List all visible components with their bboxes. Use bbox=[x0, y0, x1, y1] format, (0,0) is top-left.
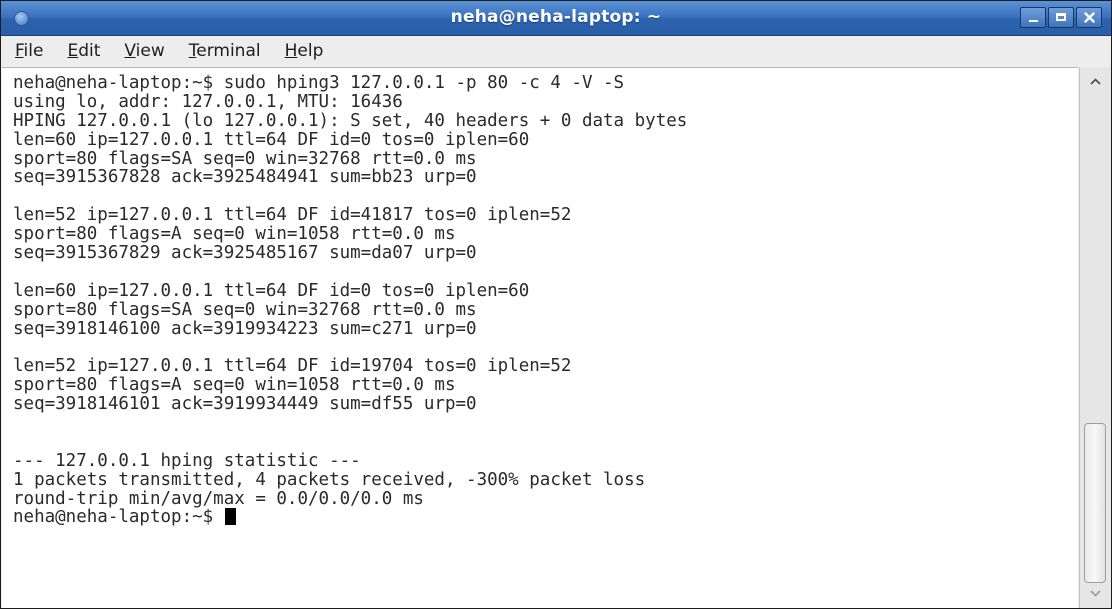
minimize-icon[interactable] bbox=[1020, 7, 1046, 28]
terminal-line: len=52 ip=127.0.0.1 ttl=64 DF id=41817 t… bbox=[13, 205, 572, 226]
menu-bar: File Edit View Terminal Help bbox=[1, 36, 1111, 66]
menu-view[interactable]: View bbox=[112, 36, 176, 66]
vertical-scrollbar[interactable] bbox=[1079, 67, 1111, 608]
prompt-line[interactable]: neha@neha-laptop:~$ bbox=[13, 508, 687, 527]
terminal-line: round-trip min/avg/max = 0.0/0.0/0.0 ms bbox=[13, 488, 424, 509]
terminal-line: sport=80 flags=SA seq=0 win=32768 rtt=0.… bbox=[13, 148, 477, 169]
title-bar[interactable]: neha@neha-laptop: ~ bbox=[1, 1, 1111, 36]
menu-edit[interactable]: Edit bbox=[55, 36, 112, 66]
terminal-line: seq=3915367828 ack=3925484941 sum=bb23 u… bbox=[13, 167, 477, 188]
text-cursor bbox=[224, 508, 236, 526]
shell-prompt: neha@neha-laptop:~$ bbox=[13, 507, 224, 528]
scrollbar-thumb[interactable] bbox=[1084, 423, 1106, 583]
terminal-line: seq=3918146100 ack=3919934223 sum=c271 u… bbox=[13, 318, 477, 339]
terminal-window: neha@neha-laptop: ~ File Edit View Termi… bbox=[0, 0, 1112, 609]
terminal-line: sport=80 flags=A seq=0 win=1058 rtt=0.0 … bbox=[13, 375, 456, 396]
terminal-lines: neha@neha-laptop:~$ sudo hping3 127.0.0.… bbox=[13, 74, 687, 527]
menu-file[interactable]: File bbox=[1, 36, 55, 66]
terminal-line: len=60 ip=127.0.0.1 ttl=64 DF id=0 tos=0… bbox=[13, 129, 530, 150]
terminal-line: seq=3915367829 ack=3925485167 sum=da07 u… bbox=[13, 243, 477, 264]
window-title: neha@neha-laptop: ~ bbox=[450, 7, 662, 27]
terminal-line: neha@neha-laptop:~$ sudo hping3 127.0.0.… bbox=[13, 73, 625, 93]
terminal-line: len=52 ip=127.0.0.1 ttl=64 DF id=19704 t… bbox=[13, 356, 572, 377]
terminal-line: len=60 ip=127.0.0.1 ttl=64 DF id=0 tos=0… bbox=[13, 280, 530, 301]
terminal-output[interactable]: neha@neha-laptop:~$ sudo hping3 127.0.0.… bbox=[2, 67, 1078, 608]
scroll-down-arrow-icon[interactable] bbox=[1080, 582, 1111, 606]
terminal-line: using lo, addr: 127.0.0.1, MTU: 16436 bbox=[13, 91, 403, 112]
scroll-up-arrow-icon[interactable] bbox=[1080, 70, 1111, 94]
window-controls bbox=[1020, 7, 1102, 29]
terminal-line: --- 127.0.0.1 hping statistic --- bbox=[13, 450, 361, 471]
terminal-line: sport=80 flags=SA seq=0 win=32768 rtt=0.… bbox=[13, 299, 477, 320]
terminal-line: 1 packets transmitted, 4 packets receive… bbox=[13, 469, 646, 490]
maximize-icon[interactable] bbox=[1048, 7, 1074, 28]
menu-help[interactable]: Help bbox=[273, 36, 336, 66]
terminal-line: HPING 127.0.0.1 (lo 127.0.0.1): S set, 4… bbox=[13, 110, 688, 131]
terminal-line: seq=3918146101 ack=3919934449 sum=df55 u… bbox=[13, 394, 477, 415]
close-icon[interactable] bbox=[1076, 7, 1102, 28]
menu-terminal[interactable]: Terminal bbox=[177, 36, 273, 66]
terminal-line: sport=80 flags=A seq=0 win=1058 rtt=0.0 … bbox=[13, 224, 456, 245]
